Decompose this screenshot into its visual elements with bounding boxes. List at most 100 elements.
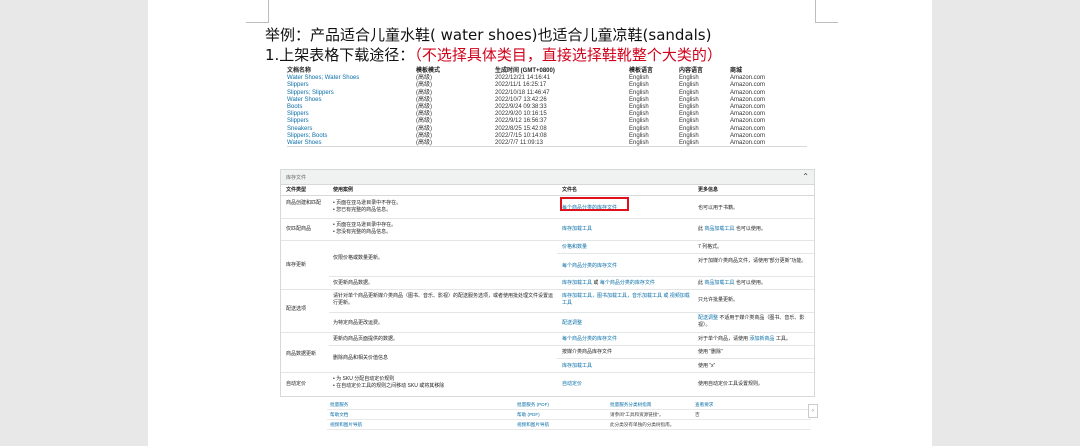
row-type-create: 商品创建和匹配 [286,200,322,206]
file-name-link[interactable]: Sneakers [287,126,312,133]
content-language: English [679,96,699,103]
row-type-shipping: 配送选项 [286,306,307,312]
scroll-right-icon[interactable]: › [808,404,818,418]
help-link[interactable]: 批量服务 [330,400,348,409]
file-name-link[interactable]: Water Shoes [287,97,321,104]
shipping-adjust-link[interactable]: 配送调整 [698,315,718,321]
template-mode: (高级) [416,96,432,103]
col-file-type: 文件类型 [286,187,307,193]
use-case-text: • 您没有完整的商品信息。 [333,229,392,235]
template-language: English [629,118,649,125]
generated-time: 2022/10/7 13:42:26 [495,96,547,103]
product-loader-link[interactable]: 商品加载工具 [704,280,734,286]
category-inventory-file-link[interactable]: 每个商品分类的库存文件 [600,280,655,286]
add-product-link[interactable]: 添加新商品 [749,336,774,342]
template-mode: (高级) [416,89,432,96]
generated-time: 2022/9/20 10:16:15 [495,111,547,118]
marketplace: Amazon.com [730,103,766,110]
content-language: English [679,132,699,139]
file-name-link[interactable]: Slippers; Slippers [287,90,334,97]
file-name-link[interactable]: Slippers [287,82,309,89]
highlight-box [560,197,629,211]
shipping-adjust-link[interactable]: 配送调整 [562,320,582,327]
category-inventory-file-link[interactable]: 每个商品分类的库存文件 [562,336,617,343]
template-language: English [629,103,649,110]
row-type-inventory-update: 库存更新 [286,262,307,268]
info-text: 对于单个商品，请使用 添加新商品 工具。 [698,336,791,342]
info-text: 使用自动定价工具设置规则。 [698,381,764,387]
help-link[interactable]: 帮助文档 [330,410,348,419]
page-corner-mark [815,0,838,23]
file-name-link[interactable]: Slippers; Boots [287,133,327,140]
info-text: 只允许批量更新。 [698,297,739,303]
file-name-link[interactable]: Slippers [287,111,309,118]
marketplace: Amazon.com [730,82,766,89]
help-link[interactable]: 批量服务 (PDF) [517,400,549,409]
help-row: 帮助文档 帮助 (PDF) 请参阅“工具和资源链接”。 否 [327,410,811,420]
inventory-loader-link[interactable]: 库存加载工具 [562,226,592,233]
price-quantity-link[interactable]: 价格和数量 [562,244,587,251]
generated-time: 2022/12/21 14:16:41 [495,75,551,82]
category-inventory-file-link[interactable]: 每个商品分类的库存文件 [562,263,617,270]
info-text: 也可以用于书籍。 [698,205,739,211]
auto-pricing-link[interactable]: 自动定价 [562,381,582,388]
help-link[interactable]: 视频和图片导航 [330,420,362,429]
info-text: 7 列格式。 [698,244,723,250]
download-header-row: 文档名称 模板模式 生成时间 (GMT+0800) 模板语言 内容语言 商城 [287,68,807,75]
col-template-language: 模板语言 [629,68,654,74]
inventory-loader-link[interactable]: 库存加载工具 [562,363,592,370]
section-header[interactable]: 库存文件 ⌃ [281,170,814,185]
col-file-name: 文件名 [562,187,578,193]
content-language: English [679,75,699,82]
generated-time: 2022/9/12 16:56:37 [495,118,547,125]
row-type-auto-pricing: 自动定价 [286,381,307,387]
file-name-text: 库存加载工具 或 每个商品分类的库存文件 [562,280,655,286]
col-generated-time: 生成时间 (GMT+0800) [495,68,555,74]
template-mode: (高级) [416,132,432,139]
help-text: 请参阅“工具和资源链接”。 [610,412,664,417]
use-case-text: 为特定商品更改运费。 [333,320,384,326]
chevron-up-icon[interactable]: ⌃ [802,172,809,181]
file-name-link[interactable]: Slippers [287,118,309,125]
generated-time: 2022/11/1 16:25:17 [495,82,547,89]
file-name-text: 按媒介类商品库存文件 [562,349,613,355]
use-case-text: 请针对单个商品更新媒介类商品（图书、音乐、影视）的配送服务选项，或者使用批处理文… [333,293,554,306]
file-name-link[interactable]: Water Shoes; Water Shoes [287,75,359,82]
row-type-match: 仅匹配商品 [286,226,312,232]
download-row: Sneakers (高级) 2022/8/25 15:42:08 English Eng… [287,126,807,133]
col-use-case: 使用案例 [333,187,354,193]
generated-time: 2022/9/24 09:38:33 [495,103,547,110]
download-row: Boots (高级) 2022/9/24 09:38:33 English Englis… [287,104,807,111]
inventory-loader-link[interactable]: 库存加载工具 [562,293,592,299]
template-language: English [629,96,649,103]
marketplace: Amazon.com [730,75,766,82]
help-link[interactable]: 视频和图片导航 [517,420,549,429]
marketplace: Amazon.com [730,89,766,96]
help-text: 此分类没有单独的分类树指南。 [610,422,675,427]
marketplace: Amazon.com [730,125,766,132]
use-case-text: • 页面在亚马逊目录中不存在。 [333,200,402,206]
help-link[interactable]: 帮助 (PDF) [517,410,540,419]
row-type-product-data: 商品数据更新 [286,351,317,357]
info-text: 此 商品加载工具 也可以使用。 [698,226,766,232]
template-language: English [629,132,649,139]
download-row: Slippers (高级) 2022/11/1 16:25:17 English Eng… [287,82,807,89]
help-link[interactable]: 批量服务分类树指南 [610,400,651,409]
use-case-text: 仅更新商品数据。 [333,280,374,286]
inventory-loader-link[interactable]: 库存加载工具 [562,280,592,286]
info-text: 配送调整 不适用于媒介类商品（图书、音乐、影视）。 [698,315,805,328]
file-name-text: 库存加载工具，图书加载工具，音乐加载工具 或 视频加载工具 [562,293,690,306]
template-mode: (高级) [416,82,432,89]
section-title: 库存文件 [286,175,307,181]
download-path-heading: 1.上架表格下载途径：（不选择具体类目，直接选择鞋靴整个大类的） [265,44,722,65]
info-text: 对于加媒介类商品文件，请使用“部分更新”功能。 [698,258,807,264]
marketplace: Amazon.com [730,118,766,125]
template-language: English [629,125,649,132]
content-language: English [679,89,699,96]
file-name-link[interactable]: Boots [287,104,302,111]
use-case-text: 仅限价格或数量更新。 [333,255,384,261]
help-row: 批量服务 批量服务 (PDF) 批量服务分类树指南 查看要求 [327,400,811,410]
product-loader-link[interactable]: 商品加载工具 [704,226,734,232]
help-link[interactable]: 查看要求 [695,400,713,409]
use-case-text: • 页面在亚马逊目录中存在。 [333,222,397,228]
